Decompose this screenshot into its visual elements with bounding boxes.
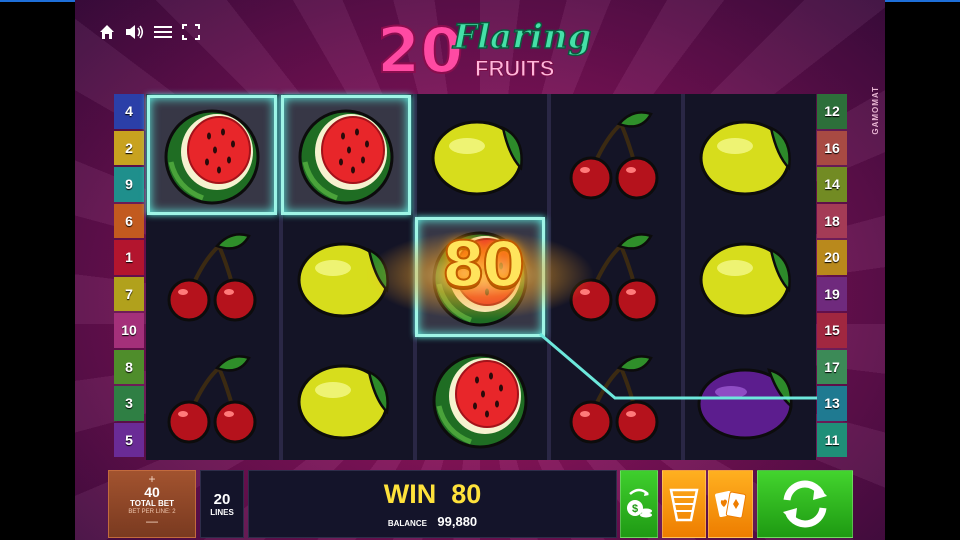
gamble-button[interactable] (708, 470, 753, 538)
payline-badge[interactable]: 13 (817, 386, 847, 421)
watermelon-icon (147, 95, 277, 215)
payline-badge[interactable]: 18 (817, 203, 847, 238)
plum-icon (683, 339, 813, 459)
lemon-icon (415, 95, 545, 215)
bet-decrease-button[interactable]: — (109, 515, 195, 527)
paylines-right: 12 16 14 18 20 19 15 17 13 11 (817, 94, 847, 459)
game-stage: 20 Flaring FRUITS GAMOMAT 4 2 9 6 1 7 10 8 3 5 12… (75, 0, 885, 540)
watermelon-icon (281, 95, 411, 215)
home-icon[interactable] (97, 22, 117, 42)
speaker-icon[interactable] (125, 22, 145, 42)
cherry-icon (147, 339, 277, 459)
paylines-left: 4 2 9 6 1 7 10 8 3 5 (114, 94, 144, 459)
logo-flaring: Flaring (452, 17, 591, 57)
payline-badge[interactable]: 11 (817, 422, 847, 457)
cherry-icon (549, 95, 679, 215)
spin-arrows-icon (783, 480, 827, 528)
payline-badge[interactable]: 8 (114, 349, 144, 384)
payline-badge[interactable]: 19 (817, 276, 847, 311)
lines-label: LINES (210, 508, 234, 517)
logo-number: 20 (377, 14, 463, 84)
brand-label: GAMOMAT (871, 86, 880, 135)
payline-badge[interactable]: 5 (114, 422, 144, 457)
payline-badge[interactable]: 4 (114, 94, 144, 129)
win-display: WIN 80 (249, 480, 616, 508)
payline-badge[interactable]: 3 (114, 386, 144, 421)
payline-badge[interactable]: 2 (114, 130, 144, 165)
payline-badge[interactable]: 6 (114, 203, 144, 238)
lines-panel: 20 LINES (200, 470, 244, 538)
payline-badge[interactable]: 14 (817, 167, 847, 202)
balance-display: BALANCE 99,880 (249, 513, 616, 531)
payline-badge[interactable]: 15 (817, 313, 847, 348)
cherry-icon (549, 339, 679, 459)
payline-badge[interactable]: 12 (817, 94, 847, 129)
logo-fruits: FRUITS (475, 56, 554, 81)
win-panel: WIN 80 BALANCE 99,880 (248, 470, 617, 538)
balance-amount: 99,880 (437, 514, 478, 529)
line-win-amount: 80 (441, 227, 526, 302)
watermelon-icon (415, 339, 545, 459)
cherry-icon (147, 217, 277, 337)
payline-badge[interactable]: 9 (114, 167, 144, 202)
balance-label: BALANCE (387, 519, 427, 528)
paytable-button[interactable] (662, 470, 706, 538)
spin-button[interactable] (757, 470, 853, 538)
win-label: WIN (383, 479, 437, 509)
fullscreen-icon[interactable] (181, 22, 201, 42)
svg-text:$: $ (632, 503, 638, 515)
menu-icon[interactable] (153, 22, 173, 42)
lemon-icon (683, 217, 813, 337)
payline-badge[interactable]: 17 (817, 349, 847, 384)
lemon-icon (683, 95, 813, 215)
game-logo: 20 Flaring FRUITS (373, 6, 593, 88)
payline-badge[interactable]: 20 (817, 240, 847, 275)
total-bet-label: TOTAL BET (130, 499, 174, 508)
total-bet-panel[interactable]: + 40 TOTAL BET BET PER LINE: 2 — (108, 470, 196, 538)
payline-badge[interactable]: 7 (114, 276, 144, 311)
lemon-icon (281, 339, 411, 459)
payline-badge[interactable]: 1 (114, 240, 144, 275)
payline-badge[interactable]: 16 (817, 130, 847, 165)
win-amount: 80 (451, 479, 482, 509)
total-bet-amount: 40 (144, 484, 160, 500)
paytable-icon (669, 488, 699, 522)
autoplay-button[interactable]: $ (620, 470, 658, 538)
control-bar: + 40 TOTAL BET BET PER LINE: 2 — 20 LINE… (108, 470, 853, 538)
hud-toolbar (97, 22, 201, 42)
autoplay-coins-icon: $ (627, 488, 652, 518)
lines-count: 20 (213, 491, 231, 508)
payline-badge[interactable]: 10 (114, 313, 144, 348)
gamble-cards-icon (714, 490, 746, 519)
